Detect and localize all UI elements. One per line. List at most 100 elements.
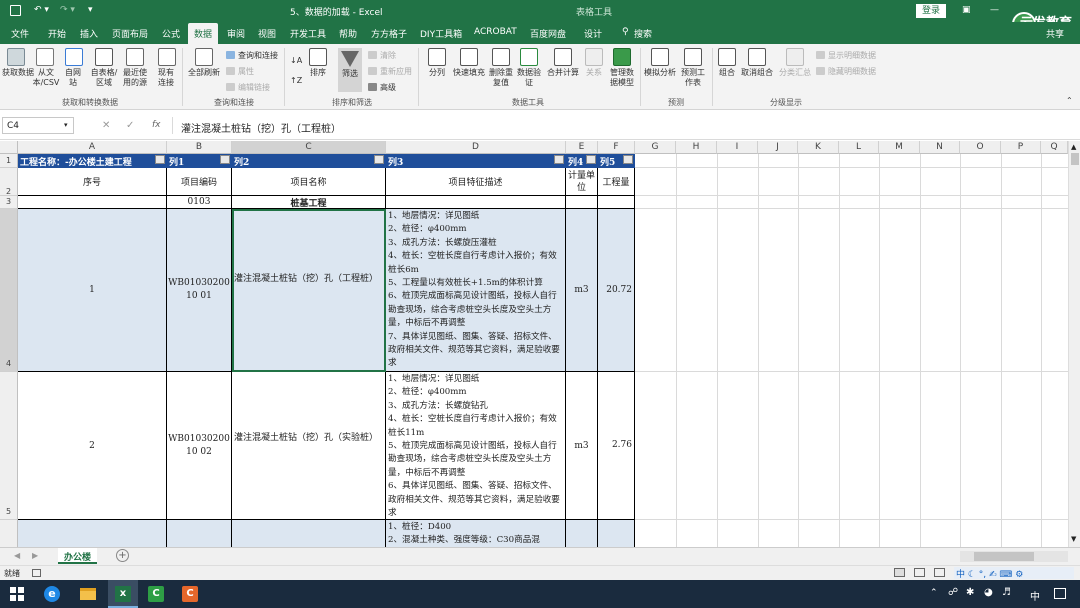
- cell-c5[interactable]: 灌注混凝土桩钻（挖）孔（实验桩）: [232, 372, 386, 520]
- column-header-m[interactable]: M: [879, 141, 920, 154]
- cell-b3[interactable]: 0103: [167, 196, 232, 209]
- text-to-columns-button[interactable]: 分列: [426, 48, 448, 78]
- cell-e6[interactable]: [566, 520, 598, 547]
- properties-button[interactable]: 属性: [226, 66, 254, 77]
- name-box-dropdown-icon[interactable]: ▾: [64, 121, 68, 129]
- cell-c4[interactable]: 灌注混凝土桩钻（挖）孔（工程桩）: [232, 209, 386, 372]
- search-label[interactable]: 搜索: [634, 27, 652, 40]
- cell-c3[interactable]: 桩基工程: [232, 196, 386, 209]
- tray-ime-label[interactable]: 中: [1030, 588, 1040, 603]
- share-button[interactable]: 共享: [1046, 27, 1064, 40]
- filter-dropdown-icon[interactable]: [374, 155, 384, 164]
- relationships-button[interactable]: 关系: [584, 48, 604, 78]
- column-header-q[interactable]: Q: [1041, 141, 1068, 154]
- cell-b2[interactable]: 项目编码: [167, 168, 232, 196]
- table-header-c[interactable]: 列2: [232, 154, 386, 168]
- sort-desc-icon[interactable]: ↑Z: [290, 76, 302, 85]
- data-model-button[interactable]: 管理数据模型: [608, 48, 636, 88]
- tray-volume-icon[interactable]: ♬: [1002, 587, 1011, 598]
- tab-view[interactable]: 视图: [258, 27, 276, 40]
- page-break-view-icon[interactable]: [934, 568, 945, 577]
- column-header-k[interactable]: K: [798, 141, 839, 154]
- column-header-a[interactable]: A: [18, 141, 167, 154]
- horizontal-scroll-thumb[interactable]: [974, 552, 1034, 561]
- excel-taskbar-icon[interactable]: x: [108, 580, 138, 608]
- advanced-filter-button[interactable]: 高级: [368, 82, 396, 93]
- cell-b4[interactable]: WB0103020010 01: [167, 209, 232, 372]
- cell-e3[interactable]: [566, 196, 598, 209]
- column-header-l[interactable]: L: [839, 141, 879, 154]
- page-layout-view-icon[interactable]: [914, 568, 925, 577]
- filter-dropdown-icon[interactable]: [554, 155, 564, 164]
- sheet-tab-office[interactable]: 办公楼: [58, 548, 98, 564]
- row-header-2[interactable]: 2: [0, 168, 18, 196]
- remove-duplicates-button[interactable]: 删除重复值: [489, 48, 513, 88]
- row-header-4[interactable]: 4: [0, 209, 18, 372]
- tab-file[interactable]: 文件: [11, 27, 29, 40]
- tray-network-icon[interactable]: ☍: [948, 587, 958, 598]
- tab-home[interactable]: 开始: [48, 27, 66, 40]
- tab-insert[interactable]: 插入: [80, 27, 98, 40]
- clear-filter-button[interactable]: 清除: [368, 50, 396, 61]
- column-header-f[interactable]: F: [598, 141, 635, 154]
- hide-detail-button[interactable]: 隐藏明细数据: [816, 66, 876, 77]
- cell-f3[interactable]: [598, 196, 635, 209]
- tab-review[interactable]: 审阅: [227, 27, 245, 40]
- tab-formulas[interactable]: 公式: [162, 27, 180, 40]
- tab-data[interactable]: 数据: [188, 23, 219, 44]
- cell-b5[interactable]: WB0103020010 02: [167, 372, 232, 520]
- windows-start-icon[interactable]: [10, 587, 24, 601]
- normal-view-icon[interactable]: [894, 568, 905, 577]
- cell-a2[interactable]: 序号: [18, 168, 167, 196]
- cell-f4[interactable]: 20.72: [598, 209, 635, 372]
- cancel-icon[interactable]: ✕: [102, 120, 110, 131]
- collapse-ribbon-icon[interactable]: ⌃: [1066, 96, 1073, 105]
- reapply-button[interactable]: 重新应用: [368, 66, 412, 77]
- cell-a4[interactable]: 1: [18, 209, 167, 372]
- data-validation-button[interactable]: 数据验证: [516, 48, 542, 88]
- edge-browser-icon[interactable]: e: [44, 586, 60, 602]
- vertical-scroll-thumb[interactable]: [1071, 153, 1079, 165]
- undo-icon[interactable]: ↶ ▾: [34, 5, 49, 15]
- enter-icon[interactable]: ✓: [126, 120, 134, 131]
- forecast-sheet-button[interactable]: 预测工作表: [680, 48, 706, 88]
- row-header-5[interactable]: 5: [0, 372, 18, 520]
- column-header-c[interactable]: C: [232, 141, 386, 154]
- column-header-j[interactable]: J: [758, 141, 798, 154]
- tab-developer[interactable]: 开发工具: [290, 27, 326, 40]
- cell-a5[interactable]: 2: [18, 372, 167, 520]
- table-header-e[interactable]: 列4: [566, 154, 598, 168]
- cell-c6[interactable]: [232, 520, 386, 547]
- redo-icon[interactable]: ↷ ▾: [60, 5, 75, 15]
- worksheet-grid[interactable]: A B C D E F G H I J K L M N O P Q 1 2 3 …: [0, 141, 1068, 547]
- login-button[interactable]: 登录: [916, 4, 946, 18]
- cell-e2[interactable]: 计量单位: [566, 168, 598, 196]
- existing-connections-button[interactable]: 现有连接: [156, 48, 178, 88]
- from-text-button[interactable]: 从文本/CSV: [32, 48, 59, 88]
- column-header-e[interactable]: E: [566, 141, 598, 154]
- horizontal-scrollbar[interactable]: [960, 551, 1068, 562]
- filter-dropdown-icon[interactable]: [155, 155, 165, 164]
- queries-connections-button[interactable]: 查询和连接: [226, 50, 278, 61]
- cell-e4[interactable]: m3: [566, 209, 598, 372]
- column-header-h[interactable]: H: [676, 141, 717, 154]
- refresh-all-button[interactable]: 全部刷新: [187, 48, 221, 78]
- minimize-icon[interactable]: —: [990, 5, 999, 15]
- filter-dropdown-icon[interactable]: [586, 155, 596, 164]
- cell-a6[interactable]: [18, 520, 167, 547]
- tab-page-layout[interactable]: 页面布局: [112, 27, 148, 40]
- from-table-button[interactable]: 自表格/区域: [90, 48, 118, 88]
- column-header-i[interactable]: I: [717, 141, 758, 154]
- tab-design[interactable]: 设计: [584, 27, 602, 40]
- ribbon-display-icon[interactable]: ▣: [962, 5, 971, 15]
- cell-f5[interactable]: 2.76: [598, 372, 635, 520]
- tray-bluetooth-icon[interactable]: ✱: [966, 587, 974, 598]
- camtasia-orange-icon[interactable]: C: [182, 586, 198, 602]
- row-header-3[interactable]: 3: [0, 196, 18, 209]
- tab-fangfang[interactable]: 方方格子: [371, 27, 407, 40]
- macro-record-icon[interactable]: [32, 569, 41, 577]
- cell-c2[interactable]: 项目名称: [232, 168, 386, 196]
- table-header-a[interactable]: 工程名称：-办公楼土建工程: [18, 154, 167, 168]
- column-header-g[interactable]: G: [635, 141, 676, 154]
- column-header-o[interactable]: O: [960, 141, 1001, 154]
